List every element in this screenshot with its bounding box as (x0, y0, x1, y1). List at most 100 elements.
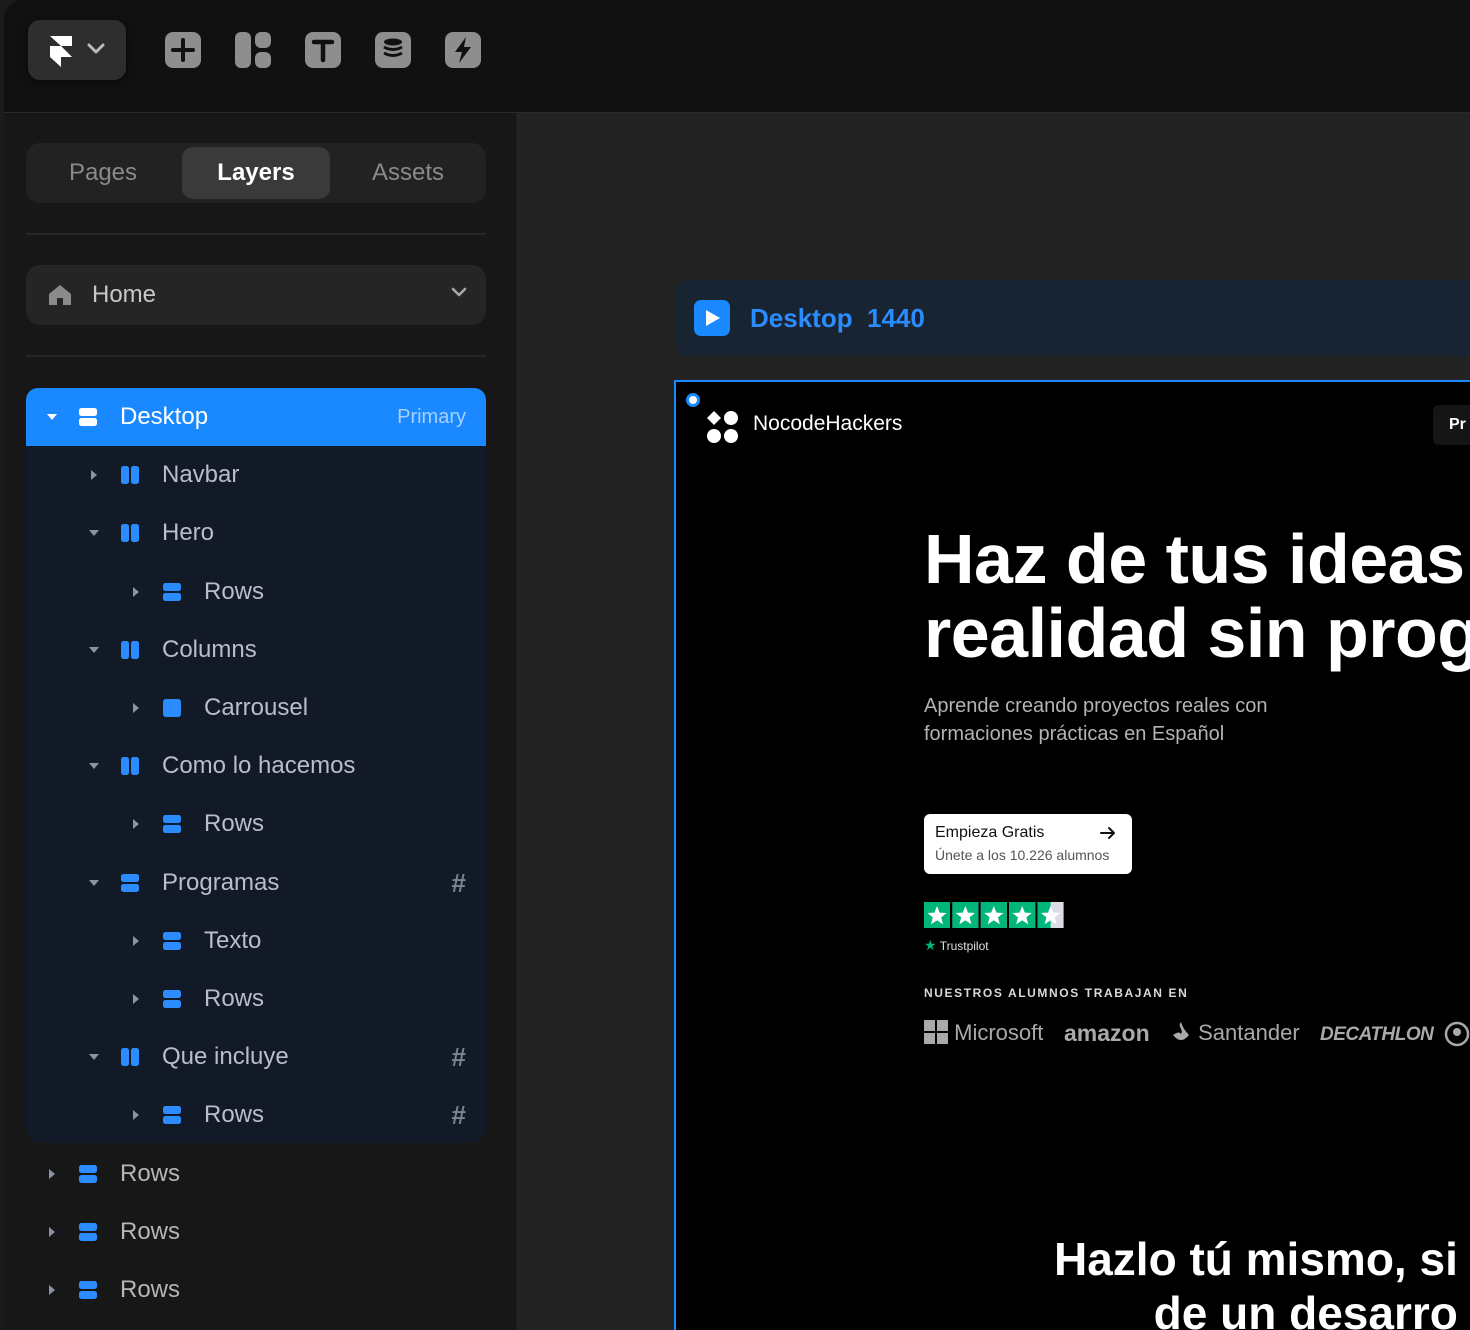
caret-right-icon[interactable] (130, 817, 142, 835)
preview-button[interactable] (694, 300, 730, 336)
caret-down-icon[interactable] (46, 410, 58, 428)
play-icon (706, 310, 720, 326)
layout-icon[interactable] (234, 31, 272, 69)
stack-icon (78, 407, 98, 432)
santander-wordmark: Santander (1198, 1020, 1300, 1045)
layer-row[interactable]: Rows (26, 1203, 486, 1261)
caret-right-icon[interactable] (46, 1167, 58, 1185)
cta-label: Empieza Gratis (935, 824, 1045, 841)
grid-hash-icon: # (451, 1100, 466, 1131)
primary-badge: Primary (397, 406, 466, 428)
layer-row[interactable]: Rows (26, 563, 486, 621)
layer-row[interactable]: Texto (26, 912, 486, 970)
trustpilot-label: Trustpilot (939, 939, 989, 953)
chevron-down-icon (451, 287, 467, 297)
desktop-frame[interactable]: NocodeHackers Pr Haz de tus ideas realid… (674, 380, 1470, 1330)
stack-icon (162, 582, 182, 607)
tab-pages[interactable]: Pages (30, 147, 176, 199)
layer-name: Desktop (120, 403, 209, 430)
layer-name: Rows (204, 1101, 265, 1129)
caret-down-icon[interactable] (88, 643, 100, 661)
microsoft-wordmark: Microsoft (954, 1020, 1044, 1045)
stack-icon (78, 1280, 98, 1305)
framer-menu-button[interactable] (28, 20, 126, 80)
layer-name: Rows (204, 810, 265, 838)
caret-right-icon[interactable] (130, 701, 142, 719)
layer-row[interactable]: Que incluye # (26, 1028, 486, 1086)
caret-right-icon[interactable] (46, 1225, 58, 1243)
caret-right-icon[interactable] (130, 934, 142, 952)
cms-icon[interactable] (374, 31, 412, 69)
layer-name: Columns (162, 635, 257, 663)
insert-icon[interactable] (164, 31, 202, 69)
microsoft-windows-icon (924, 1020, 948, 1044)
top-toolbar (4, 0, 1470, 113)
frame-icon (162, 698, 182, 723)
alumni-heading: NUESTROS ALUMNOS TRABAJAN EN (924, 986, 1189, 1000)
text-icon[interactable] (304, 31, 342, 69)
page-select[interactable]: Home (26, 265, 486, 325)
breakpoint-name: Desktop (750, 303, 853, 333)
stack-icon (162, 989, 182, 1014)
panel-tabs: Pages Layers Assets (26, 143, 486, 203)
caret-down-icon[interactable] (88, 876, 100, 894)
layer-row[interactable]: Navbar (26, 446, 486, 504)
layer-name: Carrousel (204, 694, 309, 721)
layer-row[interactable]: Desktop Primary (26, 388, 486, 446)
hero-title: Haz de tus ideas realidad sin prog (924, 520, 1470, 672)
microsoft-logo: Microsoft (924, 1020, 1043, 1046)
tab-assets[interactable]: Assets (334, 147, 482, 199)
layer-row[interactable]: Columns (26, 621, 486, 679)
cta-sublabel: Únete a los 10.226 alumnos (935, 847, 1110, 863)
tab-layers[interactable]: Layers (182, 147, 330, 199)
caret-down-icon[interactable] (88, 526, 100, 544)
caret-right-icon[interactable] (130, 992, 142, 1010)
caret-right-icon[interactable] (130, 1108, 142, 1126)
breakpoint-bar[interactable]: Desktop 1440 (675, 280, 1470, 356)
columns-icon (120, 640, 140, 665)
santander-logo: Santander (1170, 1020, 1300, 1046)
layer-name: Que incluye (162, 1043, 289, 1071)
grid-hash-icon: # (451, 1042, 466, 1073)
stack-icon (120, 873, 140, 898)
layer-row[interactable]: Rows (26, 970, 486, 1028)
columns-icon (120, 1047, 140, 1072)
layers-panel: Pages Layers Assets Home Desktop Primary N… (4, 113, 516, 1330)
divider (26, 233, 486, 235)
layer-row[interactable]: Programas # (26, 854, 486, 912)
hero-subtitle: Aprende creando proyectos reales con for… (924, 695, 1268, 745)
caret-down-icon[interactable] (88, 1050, 100, 1068)
frame-handle[interactable] (686, 393, 700, 407)
layer-row[interactable]: Como lo hacemos (26, 737, 486, 795)
layer-row[interactable]: Rows # (26, 1086, 486, 1144)
site-brand: NocodeHackers (753, 412, 903, 435)
layer-row[interactable]: Carrousel (26, 679, 486, 737)
columns-icon (120, 523, 140, 548)
santander-flame-icon (1173, 1022, 1189, 1040)
layer-row[interactable]: Rows (26, 1261, 486, 1319)
layer-row[interactable]: Rows (26, 1145, 486, 1203)
layer-row[interactable]: Hero (26, 504, 486, 562)
layer-name: Rows (120, 1217, 181, 1245)
cta-button[interactable]: Empieza Gratis Únete a los 10.226 alumno… (924, 814, 1132, 874)
breakpoint-width: 1440 (867, 303, 925, 333)
layer-name: Rows (120, 1276, 181, 1303)
trustpilot-star-icon: ★ (924, 937, 937, 953)
amazon-logo: amazon (1064, 1020, 1150, 1046)
nav-button[interactable]: Pr (1433, 405, 1470, 445)
caret-down-icon[interactable] (88, 759, 100, 777)
caret-right-icon[interactable] (130, 585, 142, 603)
interactions-icon[interactable] (444, 31, 482, 69)
layer-row[interactable]: Rows (26, 795, 486, 853)
section-title: Hazlo tú mismo, si de un desarro (1054, 1233, 1458, 1330)
partner-logo-icon (1444, 1021, 1470, 1047)
caret-right-icon[interactable] (46, 1283, 58, 1301)
stack-icon (162, 814, 182, 839)
page-select-label: Home (92, 281, 157, 308)
grid-hash-icon: # (451, 867, 466, 898)
layer-name: Navbar (162, 461, 240, 489)
layer-name: Rows (120, 1159, 181, 1187)
caret-right-icon[interactable] (88, 468, 100, 486)
layer-name: Hero (162, 519, 215, 547)
trustpilot-stars (924, 902, 1064, 928)
